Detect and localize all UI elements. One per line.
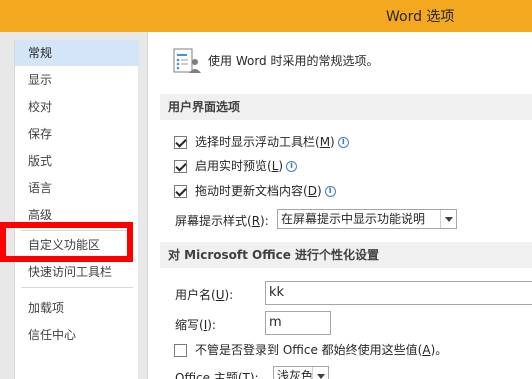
nav-item-label: 快速访问工具栏 <box>28 265 113 279</box>
dropdown-value: 浅灰色 <box>277 369 314 379</box>
nav-item-label: 语言 <box>28 181 53 195</box>
pane-header-text: 使用 Word 时采用的常规选项。 <box>208 54 379 68</box>
nav-item-proofing[interactable]: 校对 <box>15 94 139 120</box>
nav-item-general[interactable]: 常规 <box>15 40 139 66</box>
info-icon[interactable]: i <box>324 185 336 197</box>
show-mini-toolbar-checkbox[interactable] <box>174 135 187 149</box>
always-use-values-checkbox[interactable] <box>174 343 187 357</box>
option-label: 选择时显示浮动工具栏(M) <box>195 135 335 149</box>
nav-item-save[interactable]: 保存 <box>15 121 139 147</box>
nav-item-label: 信任中心 <box>28 328 77 342</box>
nav-item-label: 常规 <box>28 46 53 60</box>
update-while-dragging-option[interactable]: 拖动时更新文档内容(D) i <box>174 182 336 200</box>
nav-item-language[interactable]: 语言 <box>15 175 139 201</box>
username-label: 用户名(U): <box>175 288 234 302</box>
nav-item-add-ins[interactable]: 加载项 <box>15 295 139 321</box>
nav-item-quick-access-toolbar[interactable]: 快速访问工具栏 <box>15 259 139 285</box>
nav-item-layout[interactable]: 版式 <box>15 148 139 174</box>
highlight-annotation-box <box>0 222 133 262</box>
show-mini-toolbar-option[interactable]: 选择时显示浮动工具栏(M) i <box>174 133 349 151</box>
nav-divider <box>21 287 133 288</box>
nav-item-label: 加载项 <box>28 301 65 315</box>
left-nav: 常规 显示 校对 保存 版式 语言 高级 自定义功能区 快速访问工具栏 加载项 … <box>0 32 147 379</box>
nav-item-label: 校对 <box>28 100 53 114</box>
nav-item-display[interactable]: 显示 <box>15 67 139 93</box>
office-theme-dropdown[interactable]: 浅灰色 <box>273 366 329 379</box>
screentip-style-label: 屏幕提示样式(R): <box>175 214 269 228</box>
title-bar: Word 选项 <box>0 0 532 32</box>
chevron-down-icon[interactable] <box>440 210 456 228</box>
option-label: 不管是否登录到 Office 都始终使用这些值(A)。 <box>195 343 448 357</box>
chevron-down-icon[interactable] <box>312 367 328 379</box>
section-header-personalize: 对 Microsoft Office 进行个性化设置 <box>160 242 532 268</box>
word-options-dialog: Word 选项 常规 显示 校对 保存 版式 语言 高级 自定义功能区 快速访问… <box>0 0 532 379</box>
update-while-dragging-checkbox[interactable] <box>174 184 187 198</box>
initials-label: 缩写(I): <box>175 318 216 332</box>
nav-list: 常规 显示 校对 保存 版式 语言 高级 自定义功能区 快速访问工具栏 加载项 … <box>14 40 139 379</box>
username-input[interactable]: kk <box>265 281 532 305</box>
info-icon[interactable]: i <box>337 136 349 148</box>
dropdown-value: 在屏幕提示中显示功能说明 <box>281 212 426 226</box>
nav-item-label: 保存 <box>28 127 53 141</box>
screentip-style-dropdown[interactable]: 在屏幕提示中显示功能说明 <box>277 209 457 229</box>
info-icon[interactable]: i <box>286 160 298 172</box>
live-preview-option[interactable]: 启用实时预览(L) i <box>174 157 298 175</box>
initials-input[interactable]: m <box>265 311 331 335</box>
nav-item-label: 高级 <box>28 208 53 222</box>
always-use-values-option[interactable]: 不管是否登录到 Office 都始终使用这些值(A)。 <box>174 341 447 359</box>
general-options-pane: 使用 Word 时采用的常规选项。 用户界面选项 选择时显示浮动工具栏(M) i… <box>147 32 532 379</box>
nav-item-trust-center[interactable]: 信任中心 <box>15 322 139 348</box>
window-title: Word 选项 <box>386 9 455 25</box>
section-header-ui-options: 用户界面选项 <box>160 94 532 120</box>
options-settings-icon <box>173 48 201 73</box>
nav-item-label: 版式 <box>28 154 53 168</box>
live-preview-checkbox[interactable] <box>174 159 187 173</box>
office-theme-label: Office 主题(T): <box>175 371 259 379</box>
option-label: 启用实时预览(L) <box>195 159 284 173</box>
nav-item-label: 显示 <box>28 73 53 87</box>
option-label: 拖动时更新文档内容(D) <box>195 184 322 198</box>
